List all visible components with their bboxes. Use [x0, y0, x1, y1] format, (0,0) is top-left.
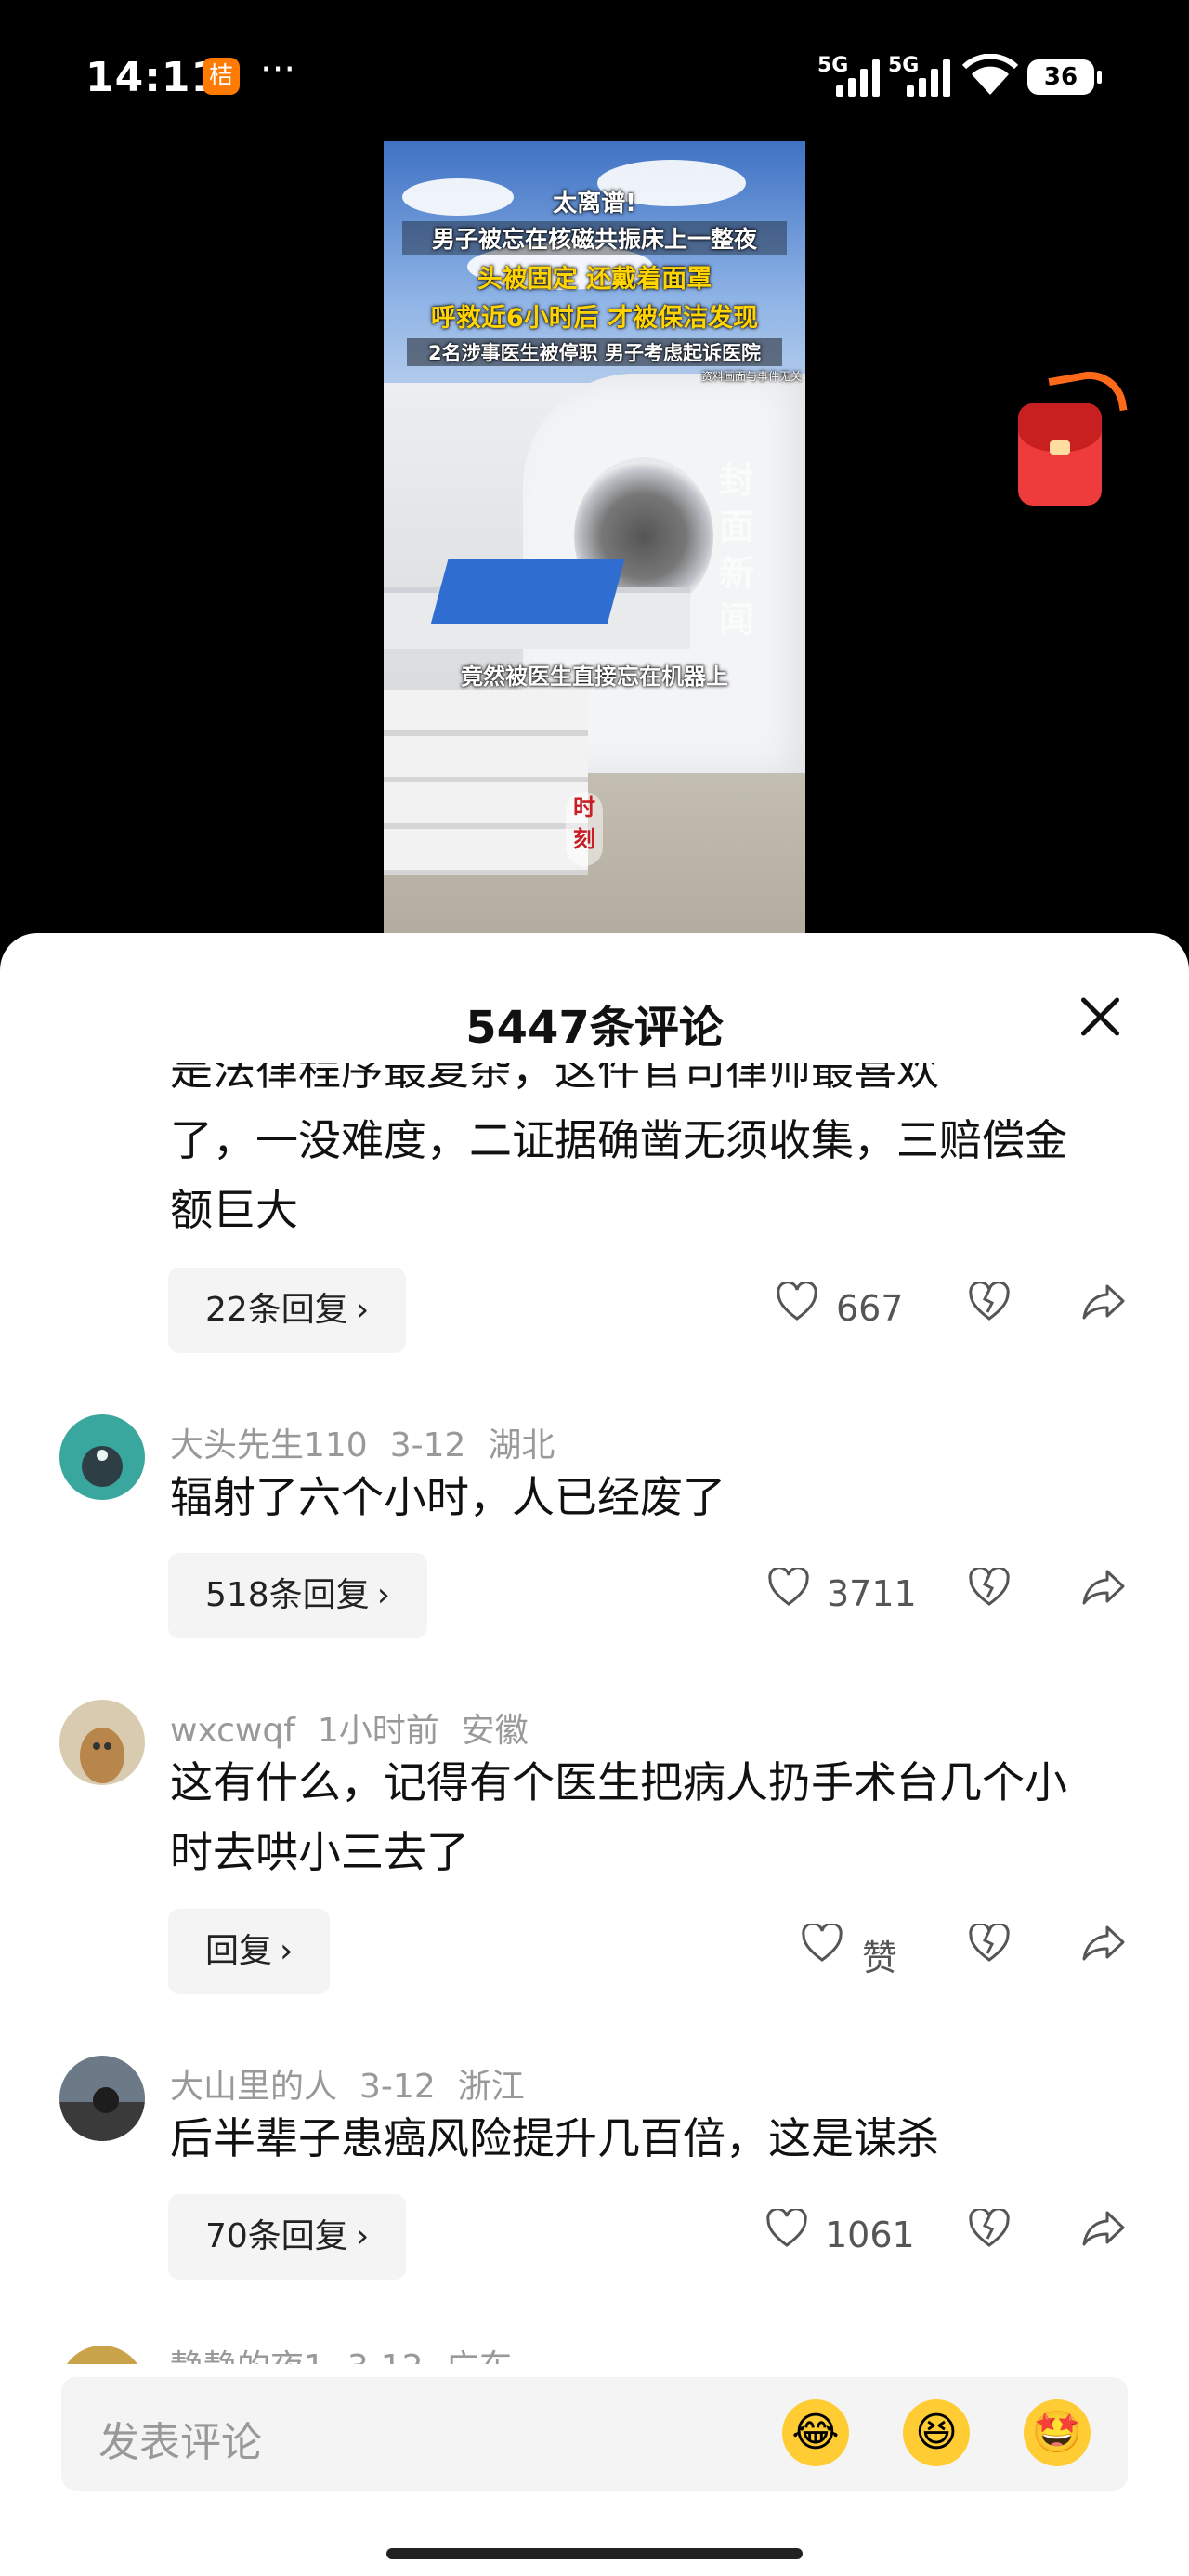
share-icon[interactable]	[1081, 2209, 1126, 2248]
close-icon[interactable]	[1078, 994, 1122, 1039]
comment-text: 辐射了六个小时，人已经废了	[170, 1472, 725, 1522]
like-heart-icon[interactable]	[767, 1568, 810, 1607]
more-notifications-icon: ···	[260, 48, 296, 91]
video-player[interactable]: 太离谱! 男子被忘在核磁共振床上一整夜 头被固定 还戴着面罩 呼救近6小时后 才…	[384, 141, 805, 933]
video-disclaimer: 资料画面与事件无关	[700, 370, 802, 383]
username[interactable]: wxcwqf	[170, 1712, 295, 1750]
like-count: 赞	[862, 1938, 898, 1978]
comment-input-bar[interactable]: 发表评论 😂 😆 🤩	[61, 2377, 1128, 2491]
comment-actions: 667	[762, 1282, 1133, 1338]
status-time: 14:11	[85, 54, 221, 101]
comment-text: 这有什么，记得有个医生把病人扔手术台几个小时去哄小三去了	[170, 1757, 1067, 1877]
video-caption-line5: 2名涉事医生被停职 男子考虑起诉医院	[407, 338, 782, 366]
comment-meta: 大头先生110 3-12 湖北	[170, 1418, 577, 1466]
status-bar: 14:11 桔 ··· 5G 5G 36	[0, 0, 1189, 149]
comment-text: 了，一没难度，二证据确凿无须收集，三赔偿金额巨大	[170, 1115, 1067, 1235]
comment-meta: 静静的夜1 3-12 广东	[170, 2340, 535, 2364]
comment-date: 1小时前	[317, 1712, 439, 1750]
share-icon[interactable]	[1081, 1924, 1126, 1963]
comment-location: 广东	[446, 2348, 513, 2364]
video-caption-line1: 太离谱!	[553, 190, 636, 217]
comment-location: 安徽	[461, 1712, 529, 1750]
avatar[interactable]	[59, 2056, 145, 2141]
replies-label: 518条回复	[205, 1576, 370, 1614]
cell-signal-icon-2	[907, 58, 950, 97]
red-packet-icon[interactable]	[1014, 365, 1128, 511]
chevron-right-icon: ›	[376, 1576, 391, 1614]
view-replies-button[interactable]: 518条回复 ›	[168, 1553, 428, 1638]
reply-button[interactable]: 回复 ›	[168, 1909, 331, 1994]
cell-signal-icon-1	[836, 58, 880, 97]
username[interactable]: 大头先生110	[170, 1426, 368, 1465]
replies-label: 70条回复	[205, 2217, 348, 2255]
home-indicator[interactable]	[386, 2548, 803, 2559]
comment-actions: 1061	[762, 2209, 1133, 2265]
video-subtitle: 竟然被医生直接忘在机器上	[461, 664, 728, 690]
share-icon[interactable]	[1081, 1282, 1126, 1321]
like-count: 667	[836, 1288, 904, 1329]
comment-date: 3-12	[359, 2068, 436, 2106]
avatar[interactable]	[59, 1700, 145, 1785]
video-caption-line4: 呼救近6小时后 才被保洁发现	[430, 304, 759, 333]
steps	[384, 690, 588, 875]
dislike-broken-heart-icon[interactable]	[968, 2209, 1011, 2248]
comment-actions: 3711	[762, 1568, 1133, 1623]
video-caption-line2: 男子被忘在核磁共振床上一整夜	[402, 221, 787, 255]
comment-date: 3-12	[389, 1426, 466, 1465]
view-replies-button[interactable]: 22条回复 ›	[168, 1268, 407, 1353]
blue-sheet	[430, 559, 625, 624]
like-heart-icon[interactable]	[765, 2209, 808, 2248]
like-count: 1061	[825, 2215, 915, 2255]
laugh-cry-emoji-icon[interactable]: 😂	[782, 2399, 849, 2466]
comment-meta: 大山里的人 3-12 浙江	[170, 2059, 547, 2108]
dislike-broken-heart-icon[interactable]	[968, 1924, 1011, 1963]
grin-emoji-icon[interactable]: 😆	[903, 2399, 970, 2466]
comment-actions: 赞	[762, 1924, 1133, 1979]
replies-label: 22条回复	[205, 1291, 348, 1329]
avatar[interactable]	[59, 1414, 145, 1500]
comments-list[interactable]: 是法律程序最复杂，这件官司律师最喜欢 了，一没难度，二证据确凿无须收集，三赔偿金…	[0, 1063, 1189, 2364]
comment-text: 后半辈子患癌风险提升几百倍，这是谋杀	[170, 2113, 939, 2163]
share-icon[interactable]	[1081, 1568, 1126, 1607]
avatar[interactable]	[59, 2346, 145, 2364]
chevron-right-icon: ›	[355, 2217, 370, 2255]
app-notification-icon: 桔	[203, 58, 240, 95]
shike-logo: 时刻	[566, 792, 603, 866]
wifi-icon	[962, 54, 1018, 95]
like-heart-icon[interactable]	[801, 1924, 843, 1963]
like-heart-icon[interactable]	[776, 1282, 818, 1321]
video-caption-line3: 头被固定 还戴着面罩	[477, 265, 712, 294]
username[interactable]: 静静的夜1	[170, 2348, 325, 2364]
cover-news-watermark: 封面新闻	[718, 460, 754, 640]
dislike-broken-heart-icon[interactable]	[968, 1282, 1011, 1321]
comment-date: 3-12	[347, 2348, 424, 2364]
comment-input-placeholder[interactable]: 发表评论	[98, 2409, 262, 2468]
comment-location: 浙江	[457, 2068, 525, 2106]
chevron-right-icon: ›	[355, 1291, 370, 1329]
chevron-right-icon: ›	[280, 1932, 294, 1970]
comment-meta: wxcwqf 1小时前 安徽	[170, 1703, 551, 1752]
comment-location: 湖北	[488, 1426, 555, 1465]
comments-sheet: 5447条评论 是法律程序最复杂，这件官司律师最喜欢 了，一没难度，二证据确凿无…	[0, 933, 1189, 2576]
comments-count-title: 5447条评论	[465, 1002, 724, 1054]
view-replies-button[interactable]: 70条回复 ›	[168, 2194, 407, 2280]
username[interactable]: 大山里的人	[170, 2068, 337, 2106]
battery-icon: 36	[1027, 59, 1102, 95]
like-count: 3711	[827, 1573, 917, 1614]
star-struck-emoji-icon[interactable]: 🤩	[1024, 2399, 1091, 2466]
replies-label: 回复	[205, 1932, 273, 1970]
comment-text-partial: 是法律程序最复杂，这件官司律师最喜欢	[170, 1063, 939, 1095]
dislike-broken-heart-icon[interactable]	[968, 1568, 1011, 1607]
